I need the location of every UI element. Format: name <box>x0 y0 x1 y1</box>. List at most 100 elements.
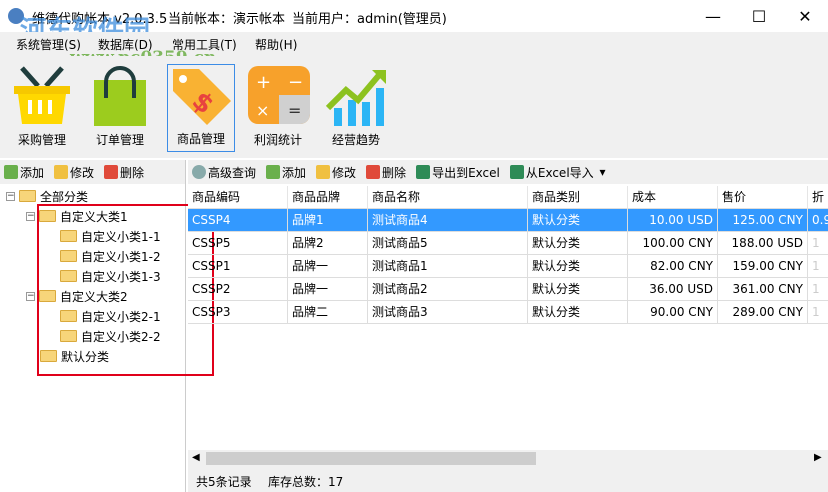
scroll-left-icon[interactable]: ◀ <box>192 452 200 463</box>
stock-total: 库存总数：17 <box>268 475 344 489</box>
import-excel-button[interactable]: 从Excel导入 ▾ <box>509 164 606 181</box>
add-icon <box>266 165 281 179</box>
product-management-button[interactable]: $ 商品管理 <box>167 64 235 152</box>
table-row[interactable]: CSSP5 品牌2 测试商品5 默认分类 100.00 CNY 188.00 USD 1 <box>188 232 828 255</box>
calculator-icon: + −× = <box>248 66 310 124</box>
table-row[interactable]: CSSP4品牌1测试商品4默认分类10.00 USD125.00 CNY0.9 <box>188 209 828 232</box>
toolbar-label: 商品管理 <box>176 132 225 146</box>
edit-product-button[interactable]: 修改 <box>316 164 356 181</box>
add-category-button[interactable]: 添加 <box>4 164 44 181</box>
edit-label: 修改 <box>332 165 357 180</box>
tree-node-root[interactable]: − 全部分类 <box>6 186 88 206</box>
search-icon <box>192 165 206 179</box>
export-label: 导出到Excel <box>432 165 500 180</box>
advanced-search-button[interactable]: 高级查询 <box>192 164 256 181</box>
node-label: 全部分类 <box>40 189 89 204</box>
column-header-price[interactable]: 售价 <box>718 186 808 209</box>
close-button[interactable]: ✕ <box>782 0 828 32</box>
import-label: 从Excel导入 <box>525 165 594 180</box>
cell-name: 测试商品5 <box>368 232 528 255</box>
maximize-button[interactable]: ☐ <box>736 0 782 32</box>
delete-category-button[interactable]: 删除 <box>104 164 144 181</box>
cell-code: CSSP2 <box>188 278 288 301</box>
cell-code: CSSP1 <box>188 255 288 278</box>
bag-icon <box>94 66 146 126</box>
cell-name: 测试商品2 <box>368 278 528 301</box>
edit-label: 修改 <box>70 165 95 180</box>
toolbar-label: 采购管理 <box>17 133 66 147</box>
order-management-button[interactable]: 订单管理 <box>86 64 154 152</box>
scroll-right-icon[interactable]: ▶ <box>814 452 822 463</box>
cell-code: CSSP3 <box>188 301 288 324</box>
table-row[interactable]: CSSP2 品牌一 测试商品2 默认分类 36.00 USD 361.00 CNY 1 <box>188 278 828 301</box>
svg-text:+: + <box>256 72 271 93</box>
column-header-brand[interactable]: 商品品牌 <box>288 186 368 209</box>
cell-category: 默认分类 <box>528 255 628 278</box>
svg-text:=: = <box>288 101 301 120</box>
cell-cost: 90.00 CNY <box>628 301 718 324</box>
cell-name: 测试商品3 <box>368 301 528 324</box>
cell-discount: 1 <box>808 278 828 301</box>
cell-price: 125.00 CNY <box>718 209 808 232</box>
collapse-icon[interactable]: − <box>26 211 35 221</box>
cell-category: 默认分类 <box>528 278 628 301</box>
edit-category-button[interactable]: 修改 <box>54 164 94 181</box>
table-row[interactable]: CSSP1 品牌一 测试商品1 默认分类 82.00 CNY 159.00 CNY 1 <box>188 255 828 278</box>
column-header-name[interactable]: 商品名称 <box>368 186 528 209</box>
horizontal-scrollbar[interactable]: ◀ ▶ <box>188 450 828 467</box>
cell-brand: 品牌2 <box>288 232 368 255</box>
cell-code: CSSP4 <box>188 209 288 232</box>
minimize-button[interactable]: — <box>690 0 736 32</box>
toolbar-label: 利润统计 <box>253 133 302 147</box>
cell-brand: 品牌二 <box>288 301 368 324</box>
column-header-category[interactable]: 商品类别 <box>528 186 628 209</box>
cell-discount: 0.9 <box>808 209 828 232</box>
add-label: 添加 <box>282 165 307 180</box>
cell-code: CSSP5 <box>188 232 288 255</box>
cell-name: 测试商品1 <box>368 255 528 278</box>
delete-icon <box>366 165 381 179</box>
business-trend-button[interactable]: 经营趋势 <box>322 64 390 152</box>
table-header: 商品编码 商品品牌 商品名称 商品类别 成本 售价折 <box>188 186 828 209</box>
add-icon <box>4 165 18 179</box>
cell-price: 159.00 CNY <box>718 255 808 278</box>
title-bar: 维德代购帐本 v2.0.3.5 当前帐本：演示帐本 当前用户：admin(管理员… <box>0 0 828 46</box>
column-header-code[interactable]: 商品编码 <box>188 186 288 209</box>
export-excel-button[interactable]: 导出到Excel <box>416 164 500 181</box>
add-product-button[interactable]: 添加 <box>266 164 306 181</box>
cell-cost: 82.00 CNY <box>628 255 718 278</box>
collapse-icon[interactable]: − <box>6 191 15 201</box>
excel-icon <box>509 165 524 179</box>
column-header-cost[interactable]: 成本 <box>628 186 718 209</box>
cell-price: 289.00 CNY <box>718 301 808 324</box>
toolbar-label: 经营趋势 <box>331 133 380 147</box>
cell-brand: 品牌1 <box>288 209 368 232</box>
cell-name: 测试商品4 <box>368 209 528 232</box>
purchase-management-button[interactable]: 采购管理 <box>8 64 76 152</box>
cell-brand: 品牌一 <box>288 255 368 278</box>
cell-price: 361.00 CNY <box>718 278 808 301</box>
profit-statistics-button[interactable]: + − × = 利润统计 <box>244 64 312 152</box>
svg-text:−: − <box>288 72 303 93</box>
collapse-icon[interactable]: − <box>26 291 35 301</box>
table-row[interactable]: CSSP3 品牌二 测试商品3 默认分类 90.00 CNY 289.00 CNY 1 <box>188 301 828 324</box>
search-label: 高级查询 <box>208 165 257 180</box>
dropdown-arrow-icon[interactable]: ▾ <box>596 165 605 179</box>
cell-brand: 品牌一 <box>288 278 368 301</box>
category-panel: 添加 修改 删除 − 全部分类 − 自定义大类1 自定义小类1-1 自定义小类1-2… <box>0 160 214 492</box>
cell-cost: 10.00 USD <box>628 209 718 232</box>
product-table: 商品编码 商品品牌 商品名称 商品类别 成本 售价折 CSSP4 品牌1 测试商品4 默认分类 10… <box>188 186 828 450</box>
delete-label: 删除 <box>382 165 407 180</box>
cell-cost: 100.00 CNY <box>628 232 718 255</box>
scroll-thumb[interactable] <box>206 452 536 465</box>
cell-category: 默认分类 <box>528 232 628 255</box>
menu-help[interactable]: 帮助(H) <box>255 36 297 53</box>
price-tag-icon: $ <box>173 69 231 125</box>
product-grid: 高级查询 添加 修改 删除 导出到Excel 从Excel导入 ▾ 商品编码 商品… <box>188 160 828 492</box>
basket-icon <box>14 66 70 124</box>
cell-discount: 1 <box>808 232 828 255</box>
column-header-discount[interactable]: 折 <box>808 186 828 209</box>
delete-product-button[interactable]: 删除 <box>366 164 406 181</box>
status-bar: 共5条记录 库存总数：17 <box>188 467 828 492</box>
trend-chart-icon <box>325 70 386 126</box>
